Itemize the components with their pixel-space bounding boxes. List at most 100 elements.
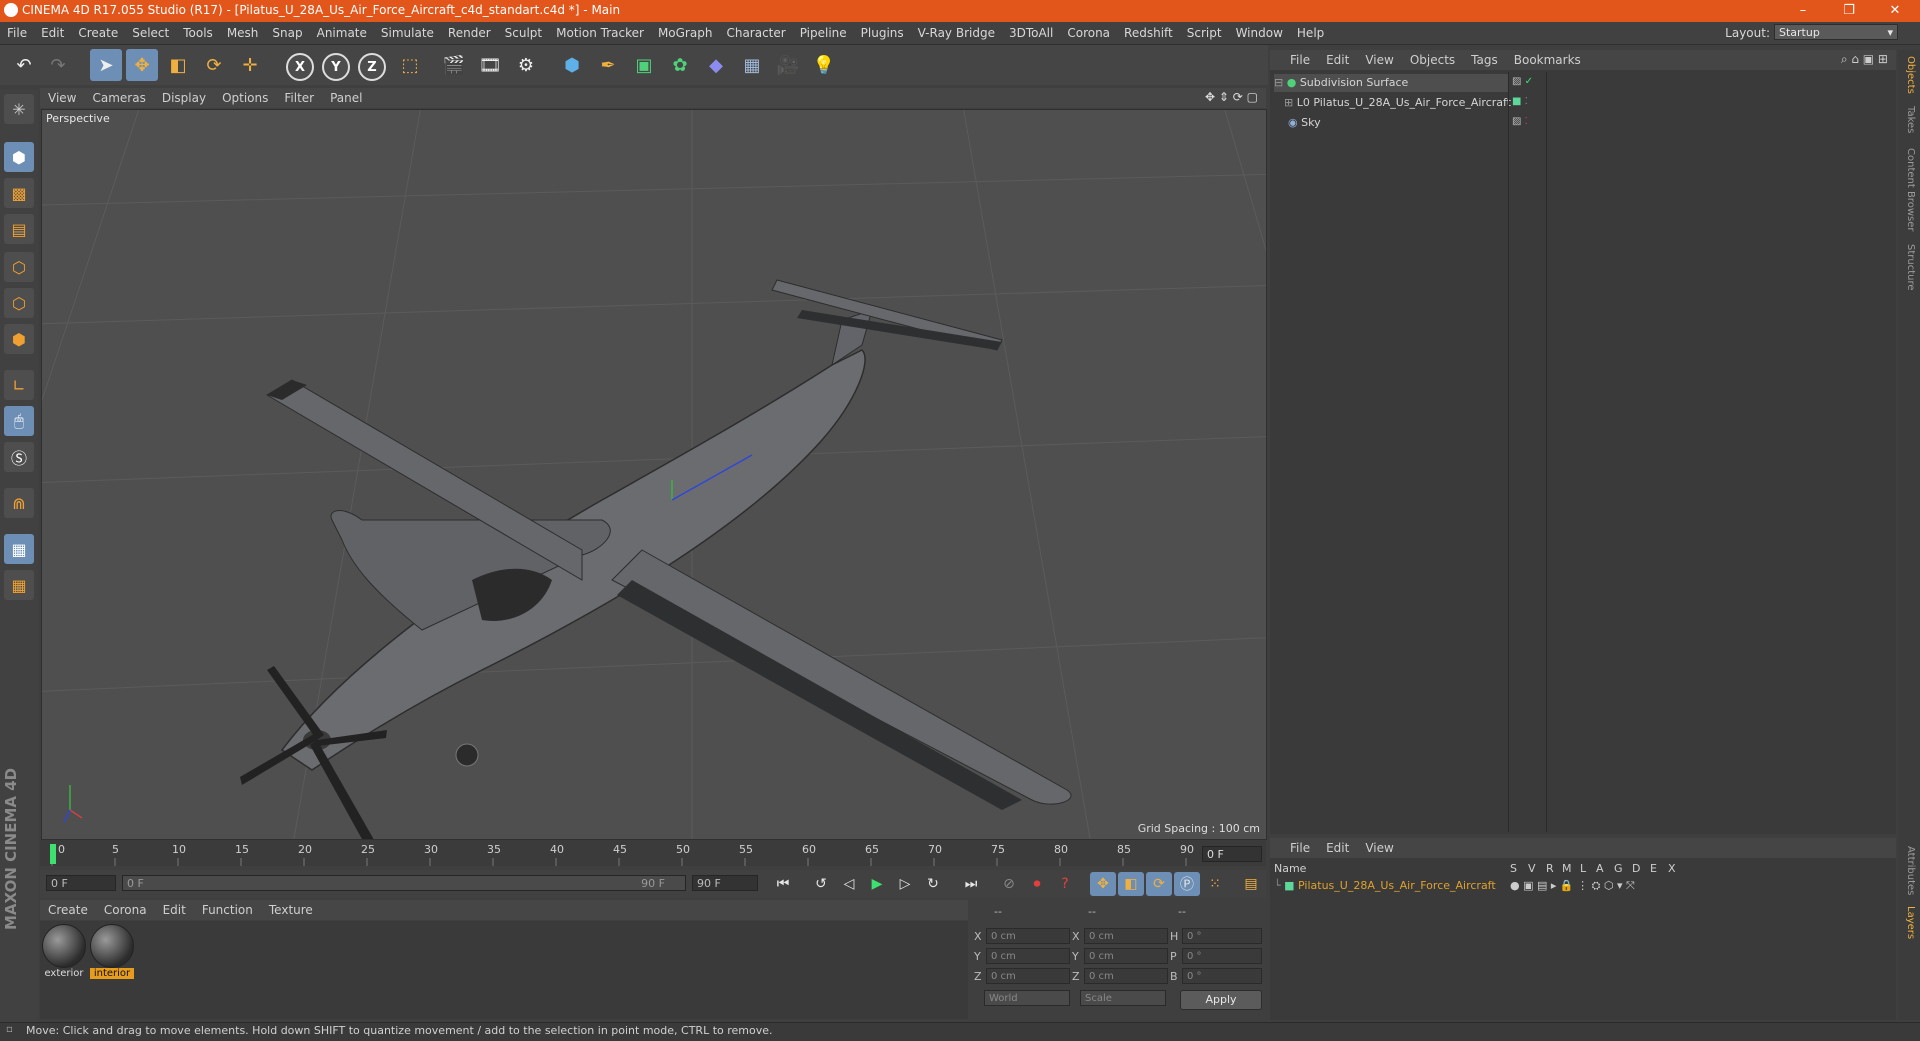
size-z-field[interactable]: 0 cm [1084,968,1168,984]
expand-toggle-icon[interactable]: ⊞ [1284,96,1293,109]
material-menu-create[interactable]: Create [40,900,96,920]
viewport-menu-view[interactable]: View [40,88,84,108]
tab-takes[interactable]: Takes [1905,106,1916,133]
subdivision-visibility-tags[interactable]: ▨ ✓ [1512,76,1533,87]
render-settings-button[interactable]: ⚙ [510,49,542,81]
menu-corona[interactable]: Corona [1060,22,1117,44]
model-mode-button[interactable]: ⬢ [4,142,34,172]
viewport-navigation-icons[interactable]: ✥ ⇕ ⟳ ▢ [1205,90,1258,104]
axis-mode-button[interactable]: ∟ [4,370,34,400]
column-header-locked[interactable]: L [1580,862,1586,875]
size-y-field[interactable]: 0 cm [1084,948,1168,964]
key-pla-button[interactable]: ⁙ [1202,872,1228,896]
column-header-solo[interactable]: S [1510,862,1517,875]
make-editable-button[interactable]: ✳ [4,94,34,124]
layer-row[interactable]: └ ■ Pilatus_U_28A_Us_Air_Force_Aircraft … [1274,878,1894,894]
menu-vray-bridge[interactable]: V-Ray Bridge [911,22,1002,44]
viewport-menu-display[interactable]: Display [154,88,214,108]
menu-plugins[interactable]: Plugins [854,22,911,44]
collapse-toggle-icon[interactable]: ⊟ [1274,76,1283,89]
go-to-end-button[interactable]: ⏭ [958,872,984,896]
add-floor-button[interactable]: ▦ [736,49,768,81]
menu-render[interactable]: Render [441,22,498,44]
keyframe-selection-button[interactable]: ? [1052,872,1078,896]
layer-color-swatch[interactable]: ■ [1284,879,1294,892]
viewport-menu-panel[interactable]: Panel [322,88,370,108]
move-tool-button[interactable]: ✥ [126,49,158,81]
tweak-mode-button[interactable]: 🖱 [4,406,34,436]
previous-frame-button[interactable]: ◁ [836,872,862,896]
aircraft-visibility-tags[interactable]: ■ ⁚ [1512,96,1528,107]
apply-button[interactable]: Apply [1180,990,1262,1010]
tab-content-browser[interactable]: Content Browser [1905,148,1916,231]
x-axis-lock-button[interactable]: X [286,53,314,81]
play-button[interactable]: ▶ [864,872,890,896]
start-frame-field[interactable]: 0 F [46,875,116,891]
workplane-mode-button[interactable]: ▤ [4,214,34,244]
timeline-window-button[interactable]: ▤ [1238,872,1264,896]
rotation-p-field[interactable]: 0 ° [1182,948,1262,964]
y-axis-lock-button[interactable]: Y [322,53,350,81]
scale-mode-select[interactable]: Scale [1080,990,1166,1006]
3d-viewport[interactable]: Perspective Grid Spacing : 100 cm [41,109,1267,840]
menu-script[interactable]: Script [1180,22,1229,44]
scale-tool-button[interactable]: ◧ [162,49,194,81]
rotate-tool-button[interactable]: ⟳ [198,49,230,81]
column-header-xref[interactable]: X [1668,862,1676,875]
menu-mograph[interactable]: MoGraph [651,22,720,44]
menu-sculpt[interactable]: Sculpt [498,22,549,44]
menu-help[interactable]: Help [1290,22,1331,44]
object-row-sky[interactable]: ◉ Sky [1274,114,1508,132]
key-rotation-button[interactable]: ⟳ [1146,872,1172,896]
next-key-button[interactable]: ↻ [920,872,946,896]
rotation-b-field[interactable]: 0 ° [1182,968,1262,984]
menu-snap[interactable]: Snap [265,22,309,44]
position-x-field[interactable]: 0 cm [986,928,1070,944]
tab-layers[interactable]: Layers [1905,906,1916,939]
menu-select[interactable]: Select [125,22,176,44]
menu-character[interactable]: Character [719,22,792,44]
enable-snap-button[interactable]: ⋒ [4,488,34,518]
column-header-render[interactable]: R [1546,862,1554,875]
menu-window[interactable]: Window [1229,22,1290,44]
menu-redshift[interactable]: Redshift [1117,22,1180,44]
column-header-animation[interactable]: A [1596,862,1604,875]
om-menu-tags[interactable]: Tags [1463,50,1506,70]
material-menu-corona[interactable]: Corona [96,900,155,920]
object-row-aircraft[interactable]: ⊞ L0 Pilatus_U_28A_Us_Air_Force_Aircraft [1284,94,1518,112]
live-selection-button[interactable]: ➤ [90,49,122,81]
add-subdivision-button[interactable]: ▣ [628,49,660,81]
planar-workplane-button[interactable]: ▦ [4,570,34,600]
layout-select[interactable]: Startup ▾ [1774,24,1898,40]
om-menu-bookmarks[interactable]: Bookmarks [1506,50,1589,70]
record-keys-button[interactable]: ⊘ [996,872,1022,896]
menu-create[interactable]: Create [71,22,125,44]
menu-motion-tracker[interactable]: Motion Tracker [549,22,651,44]
add-mograph-button[interactable]: ✿ [664,49,696,81]
close-button[interactable]: ✕ [1872,0,1918,22]
om-menu-objects[interactable]: Objects [1402,50,1463,70]
end-frame-field[interactable]: 90 F [692,875,758,891]
add-deformer-button[interactable]: ◆ [700,49,732,81]
layer-flag-icons[interactable]: ● ▣ ▤ ▸ 🔒 ⋮ ⛭ ⬡ ▾ ⤧ [1510,878,1635,894]
snap-button[interactable]: Ⓢ [4,442,34,472]
locked-workplane-button[interactable]: ▦ [4,534,34,564]
material-interior[interactable]: interior [90,924,134,982]
om-menu-file[interactable]: File [1282,50,1318,70]
menu-mesh[interactable]: Mesh [220,22,266,44]
menu-edit[interactable]: Edit [34,22,71,44]
timeline-ruler[interactable]: 0 5 10 15 20 25 30 35 40 45 50 55 60 65 … [40,840,1266,866]
menu-3dtoall[interactable]: 3DToAll [1002,22,1060,44]
viewport-menu-filter[interactable]: Filter [276,88,322,108]
lm-menu-edit[interactable]: Edit [1318,838,1357,858]
undo-button[interactable]: ↶ [8,49,40,81]
autokey-button[interactable]: ⏺ [1024,872,1050,896]
coordinate-system-button[interactable]: ⬚ [394,49,426,81]
material-menu-function[interactable]: Function [194,900,261,920]
tab-attributes[interactable]: Attributes [1905,846,1916,895]
add-spline-button[interactable]: ✒ [592,49,624,81]
key-parameter-button[interactable]: Ⓟ [1174,872,1200,896]
render-view-button[interactable]: 🎬 [438,49,470,81]
redo-button[interactable]: ↷ [42,49,74,81]
texture-mode-button[interactable]: ▩ [4,178,34,208]
